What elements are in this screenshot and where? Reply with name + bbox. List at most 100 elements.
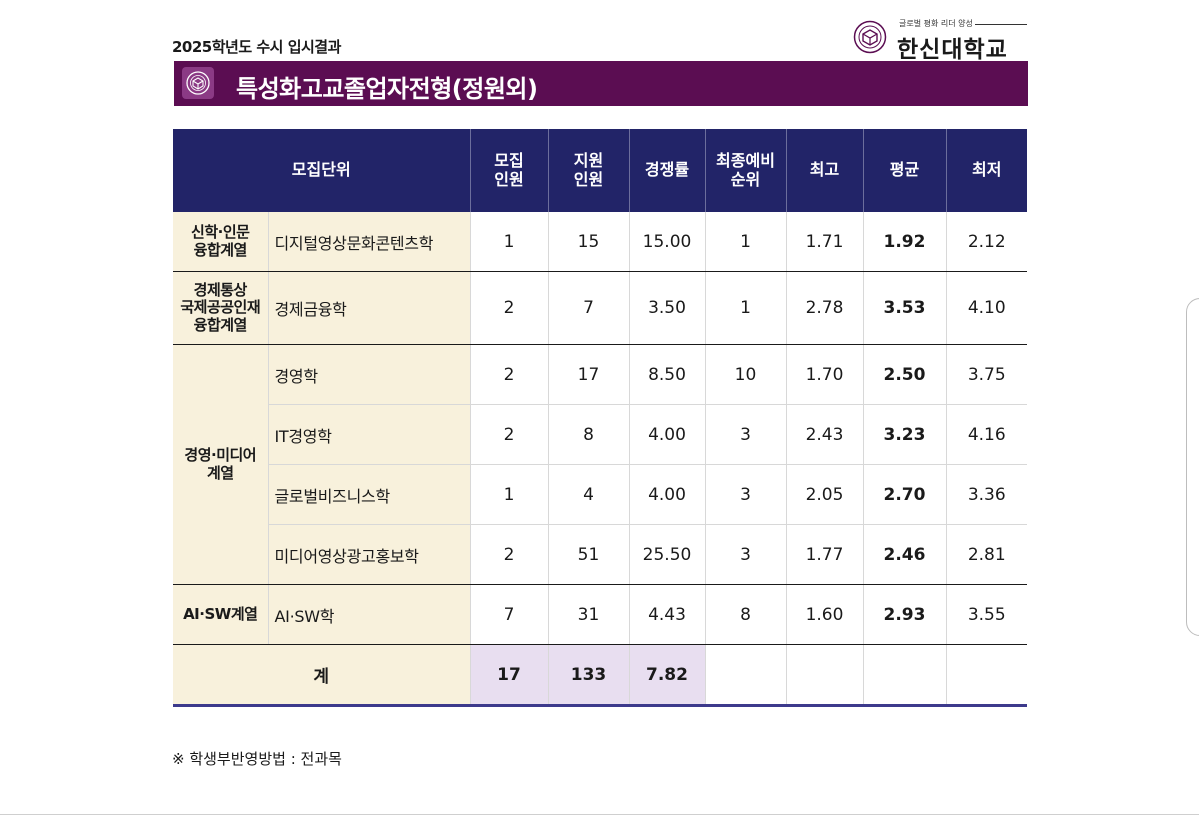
col-header-waitlist-line2: 순위 (730, 169, 761, 189)
side-panel-edge[interactable] (1186, 298, 1199, 636)
max-cell: 2.43 (785, 404, 863, 465)
max-cell: 1.70 (785, 344, 863, 405)
min-cell: 4.16 (945, 404, 1027, 465)
dept-cell: 글로벌비즈니스학 (267, 464, 470, 525)
total-ratio: 7.82 (628, 644, 705, 707)
applicants-cell: 31 (547, 584, 629, 645)
university-seal-icon (853, 20, 887, 54)
col-header-ratio: 경쟁률 (628, 129, 705, 212)
table-row: AI·SW계열 AI·SW학 7 31 4.43 8 1.60 2.93 3.5… (173, 584, 1027, 645)
empty-cell (862, 644, 946, 707)
max-cell: 2.78 (785, 271, 863, 345)
university-logo: 글로벌 평화 리더 양성 한신대학교 (853, 16, 1029, 63)
col-header-applicants: 지원 인원 (547, 129, 629, 212)
category-line: 경제통상 (193, 281, 248, 300)
quota-cell: 7 (469, 584, 548, 645)
waitlist-cell: 3 (704, 464, 786, 525)
document-title: 2025학년도 수시 입시결과 (172, 38, 341, 56)
table-header-row: 모집단위 모집 인원 지원 인원 경쟁률 최종예비 순위 최고 평균 최저 (173, 129, 1027, 212)
total-row: 계 17 133 7.82 (173, 644, 1027, 707)
dept-cell: 미디어영상광고홍보학 (267, 524, 470, 585)
quota-cell: 1 (469, 212, 548, 272)
applicants-cell: 4 (547, 464, 629, 525)
category-line: 계열 (206, 463, 234, 482)
section-banner: 특성화고교졸업자전형(정원외) (174, 61, 1028, 106)
emblem-graphic (186, 71, 210, 95)
logo-divider (975, 24, 1027, 25)
waitlist-cell: 3 (704, 404, 786, 465)
dept-cell: AI·SW학 (267, 584, 470, 645)
ratio-cell: 15.00 (628, 212, 705, 272)
min-cell: 2.81 (945, 524, 1027, 585)
col-header-quota: 모집 인원 (469, 129, 548, 212)
col-header-min: 최저 (945, 129, 1027, 212)
min-cell: 4.10 (945, 271, 1027, 345)
banner-title: 특성화고교졸업자전형(정원외) (236, 75, 538, 103)
avg-cell: 2.50 (862, 344, 946, 405)
ratio-cell: 4.00 (628, 464, 705, 525)
empty-cell (704, 644, 786, 707)
category-line: 신학·인문 (191, 223, 250, 242)
quota-cell: 2 (469, 524, 548, 585)
category-cell: 신학·인문 융합계열 (173, 212, 268, 272)
col-header-quota-line1: 모집 (494, 151, 524, 171)
avg-cell: 3.53 (862, 271, 946, 345)
table-row: 글로벌비즈니스학 1 4 4.00 3 2.05 2.70 3.36 (173, 464, 1027, 525)
ratio-cell: 4.43 (628, 584, 705, 645)
quota-cell: 1 (469, 464, 548, 525)
logo-slogan: 글로벌 평화 리더 양성 (899, 19, 973, 28)
max-cell: 1.71 (785, 212, 863, 272)
logo-name: 한신대학교 (897, 37, 1008, 63)
empty-cell (945, 644, 1027, 707)
avg-cell: 2.46 (862, 524, 946, 585)
table-row: 신학·인문 융합계열 디지털영상문화콘텐츠학 1 15 15.00 1 1.71 … (173, 212, 1027, 272)
applicants-cell: 15 (547, 212, 629, 272)
category-line: 경영·미디어 (184, 446, 257, 465)
col-header-waitlist-line1: 최종예비 (716, 151, 775, 171)
dept-cell: 경영학 (267, 344, 470, 405)
quota-cell: 2 (469, 404, 548, 465)
min-cell: 3.75 (945, 344, 1027, 405)
total-quota: 17 (469, 644, 548, 707)
avg-cell: 2.93 (862, 584, 946, 645)
footnote: ※ 학생부반영방법 : 전과목 (172, 750, 342, 768)
total-label: 계 (173, 644, 470, 707)
min-cell: 3.36 (945, 464, 1027, 525)
quota-cell: 2 (469, 344, 548, 405)
waitlist-cell: 10 (704, 344, 786, 405)
applicants-cell: 17 (547, 344, 629, 405)
quota-cell: 2 (469, 271, 548, 345)
waitlist-cell: 1 (704, 271, 786, 345)
table-row: 미디어영상광고홍보학 2 51 25.50 3 1.77 2.46 2.81 (173, 524, 1027, 585)
category-cell: AI·SW계열 (173, 584, 268, 645)
col-header-max: 최고 (785, 129, 863, 212)
empty-cell (785, 644, 863, 707)
dept-cell: 경제금융학 (267, 271, 470, 345)
category-line: 융합계열 (193, 240, 248, 259)
applicants-cell: 7 (547, 271, 629, 345)
ratio-cell: 25.50 (628, 524, 705, 585)
waitlist-cell: 1 (704, 212, 786, 272)
ratio-cell: 8.50 (628, 344, 705, 405)
bottom-divider (0, 814, 1199, 815)
results-table: 모집단위 모집 인원 지원 인원 경쟁률 최종예비 순위 최고 평균 최저 신학·인문… (173, 129, 1027, 707)
category-line: 국제공공인재 (180, 298, 261, 317)
ratio-cell: 3.50 (628, 271, 705, 345)
avg-cell: 1.92 (862, 212, 946, 272)
col-header-avg: 평균 (862, 129, 946, 212)
table-row: 경영·미디어 계열 경영학 2 17 8.50 10 1.70 2.50 3.75 (173, 344, 1027, 585)
col-header-unit: 모집단위 (173, 129, 470, 212)
col-header-applicants-line1: 지원 (573, 151, 604, 171)
col-header-applicants-line2: 인원 (573, 169, 604, 189)
col-header-waitlist: 최종예비 순위 (704, 129, 786, 212)
col-header-quota-line2: 인원 (494, 169, 524, 189)
table-row: IT경영학 2 8 4.00 3 2.43 3.23 4.16 (173, 404, 1027, 465)
max-cell: 1.77 (785, 524, 863, 585)
avg-cell: 2.70 (862, 464, 946, 525)
waitlist-cell: 3 (704, 524, 786, 585)
max-cell: 1.60 (785, 584, 863, 645)
applicants-cell: 8 (547, 404, 629, 465)
category-line: 융합계열 (193, 315, 248, 334)
max-cell: 2.05 (785, 464, 863, 525)
waitlist-cell: 8 (704, 584, 786, 645)
